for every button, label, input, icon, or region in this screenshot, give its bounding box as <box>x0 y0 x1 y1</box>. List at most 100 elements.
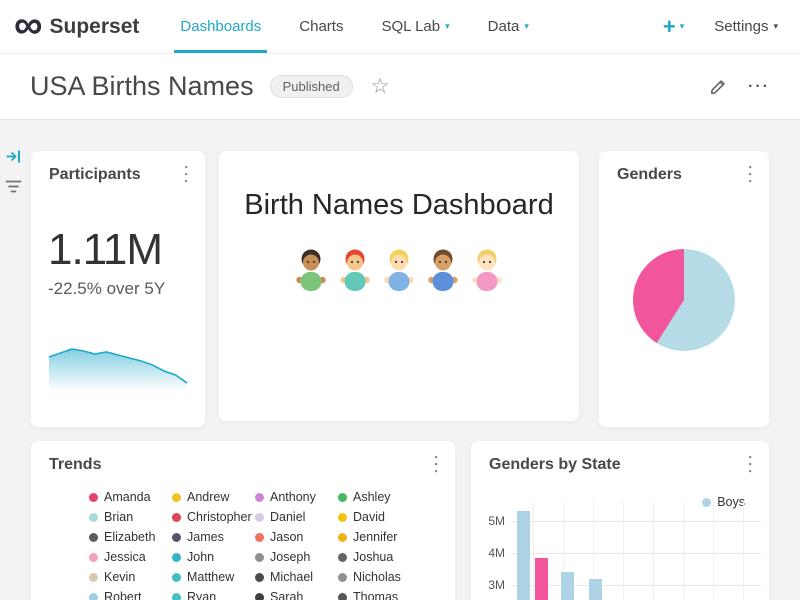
edit-icon[interactable] <box>709 77 728 96</box>
bars-layer <box>511 501 761 600</box>
trends-legend-item-kevin[interactable]: Kevin <box>89 567 172 587</box>
legend-label: Jennifer <box>353 530 397 544</box>
trends-legend-item-joseph[interactable]: Joseph <box>255 547 338 567</box>
kebab-menu-icon[interactable]: ··· <box>175 165 195 185</box>
add-new-button[interactable]: + ▾ <box>663 16 684 38</box>
trends-legend-item-sarah[interactable]: Sarah <box>255 587 338 600</box>
legend-label: Anthony <box>270 490 316 504</box>
legend-label: Joshua <box>353 550 393 564</box>
legend-label: Jason <box>270 530 303 544</box>
y-axis-tick: 4M <box>477 546 505 560</box>
gbs-bar-chart <box>511 501 761 600</box>
trends-legend-item-james[interactable]: James <box>172 527 255 547</box>
card-genders-by-state: Genders by State ··· Boys 5M4M3M <box>470 440 770 600</box>
legend-label: James <box>187 530 224 544</box>
trends-legend: Amanda Andrew Anthony Ashley Brian Christophe… <box>31 475 455 600</box>
nav-item-label: Data <box>488 18 520 35</box>
trends-legend-item-christopher[interactable]: Christopher <box>172 507 255 527</box>
card-genders: Genders ··· <box>598 150 770 428</box>
caret-down-icon: ▾ <box>680 22 685 31</box>
trends-legend-item-john[interactable]: John <box>172 547 255 567</box>
kebab-menu-icon[interactable]: ··· <box>739 455 759 475</box>
filter-list-icon[interactable] <box>5 179 22 194</box>
trends-legend-item-robert[interactable]: Robert <box>89 587 172 600</box>
expand-filter-bar-icon[interactable] <box>5 148 22 165</box>
card-title: Participants <box>49 166 141 184</box>
trends-legend-item-matthew[interactable]: Matthew <box>172 567 255 587</box>
legend-dot <box>255 493 264 502</box>
legend-label: Andrew <box>187 490 229 504</box>
superset-logo[interactable]: ∞ Superset <box>14 0 139 53</box>
legend-label: Elizabeth <box>104 530 155 544</box>
legend-label: Christopher <box>187 510 252 524</box>
nav-item-sql-lab[interactable]: SQL Lab▾ <box>362 0 468 53</box>
legend-dot <box>172 513 181 522</box>
trends-legend-item-david[interactable]: David <box>338 507 421 527</box>
legend-label: Brian <box>104 510 133 524</box>
card-header: Participants ··· <box>31 151 205 185</box>
kebab-menu-icon[interactable]: ··· <box>739 165 759 185</box>
trends-legend-item-nicholas[interactable]: Nicholas <box>338 567 421 587</box>
nav-item-charts[interactable]: Charts <box>280 0 362 53</box>
trends-legend-item-anthony[interactable]: Anthony <box>255 487 338 507</box>
legend-dot <box>89 513 98 522</box>
legend-label: David <box>353 510 385 524</box>
trends-legend-item-brian[interactable]: Brian <box>89 507 172 527</box>
legend-label: Kevin <box>104 570 135 584</box>
legend-label: Michael <box>270 570 313 584</box>
bar-girls <box>535 558 548 600</box>
trends-legend-item-jason[interactable]: Jason <box>255 527 338 547</box>
card-title: Trends <box>49 456 101 474</box>
legend-label: Ashley <box>353 490 391 504</box>
trends-legend-item-ryan[interactable]: Ryan <box>172 587 255 600</box>
card-header: Genders ··· <box>599 151 769 185</box>
genders-pie-chart <box>633 249 735 351</box>
settings-menu[interactable]: Settings ▾ <box>714 18 778 35</box>
legend-dot <box>255 533 264 542</box>
legend-dot <box>172 493 181 502</box>
trends-legend-item-daniel[interactable]: Daniel <box>255 507 338 527</box>
nav-item-label: Dashboards <box>180 18 261 35</box>
kebab-menu-icon[interactable]: ··· <box>425 455 445 475</box>
big-number-value: 1.11M <box>48 225 205 275</box>
trends-legend-item-joshua[interactable]: Joshua <box>338 547 421 567</box>
card-title: Genders <box>617 166 682 184</box>
card-header: Genders by State ··· <box>471 441 769 475</box>
y-axis-tick: 5M <box>477 514 505 528</box>
legend-dot <box>89 573 98 582</box>
caret-down-icon: ▾ <box>524 22 529 31</box>
more-actions-icon[interactable]: ··· <box>748 78 770 96</box>
legend-dot <box>338 553 347 562</box>
legend-label: Sarah <box>270 590 303 600</box>
trends-legend-item-elizabeth[interactable]: Elizabeth <box>89 527 172 547</box>
trends-legend-item-andrew[interactable]: Andrew <box>172 487 255 507</box>
trends-legend-item-ashley[interactable]: Ashley <box>338 487 421 507</box>
legend-dot <box>89 533 98 542</box>
plus-icon: + <box>663 16 676 38</box>
dashboard-body: Participants ··· 1.11M -22.5% over 5Y Bi… <box>0 120 800 600</box>
legend-dot <box>338 493 347 502</box>
nav-item-dashboards[interactable]: Dashboards <box>161 0 280 53</box>
legend-dot <box>172 553 181 562</box>
trends-legend-item-jennifer[interactable]: Jennifer <box>338 527 421 547</box>
participants-sparkline-chart <box>48 343 188 389</box>
trends-legend-item-jessica[interactable]: Jessica <box>89 547 172 567</box>
legend-label: Ryan <box>187 590 216 600</box>
legend-dot <box>338 573 347 582</box>
legend-label: Nicholas <box>353 570 401 584</box>
child-figure-icon <box>381 248 417 292</box>
legend-label: Thomas <box>353 590 398 600</box>
trends-legend-item-thomas[interactable]: Thomas <box>338 587 421 600</box>
nav-item-label: Charts <box>299 18 343 35</box>
bar-boys <box>589 579 602 600</box>
navbar-right: + ▾ Settings ▾ <box>663 0 786 53</box>
legend-dot <box>172 593 181 600</box>
child-figure-icon <box>293 248 329 292</box>
trends-legend-item-amanda[interactable]: Amanda <box>89 487 172 507</box>
trends-legend-item-michael[interactable]: Michael <box>255 567 338 587</box>
nav-item-data[interactable]: Data ▾ <box>469 0 548 53</box>
favorite-star-icon[interactable]: ☆ <box>371 74 390 99</box>
main-nav: Dashboards Charts SQL Lab▾ Data ▾ <box>161 0 547 53</box>
published-badge[interactable]: Published <box>270 75 353 98</box>
child-figure-icon <box>425 248 461 292</box>
